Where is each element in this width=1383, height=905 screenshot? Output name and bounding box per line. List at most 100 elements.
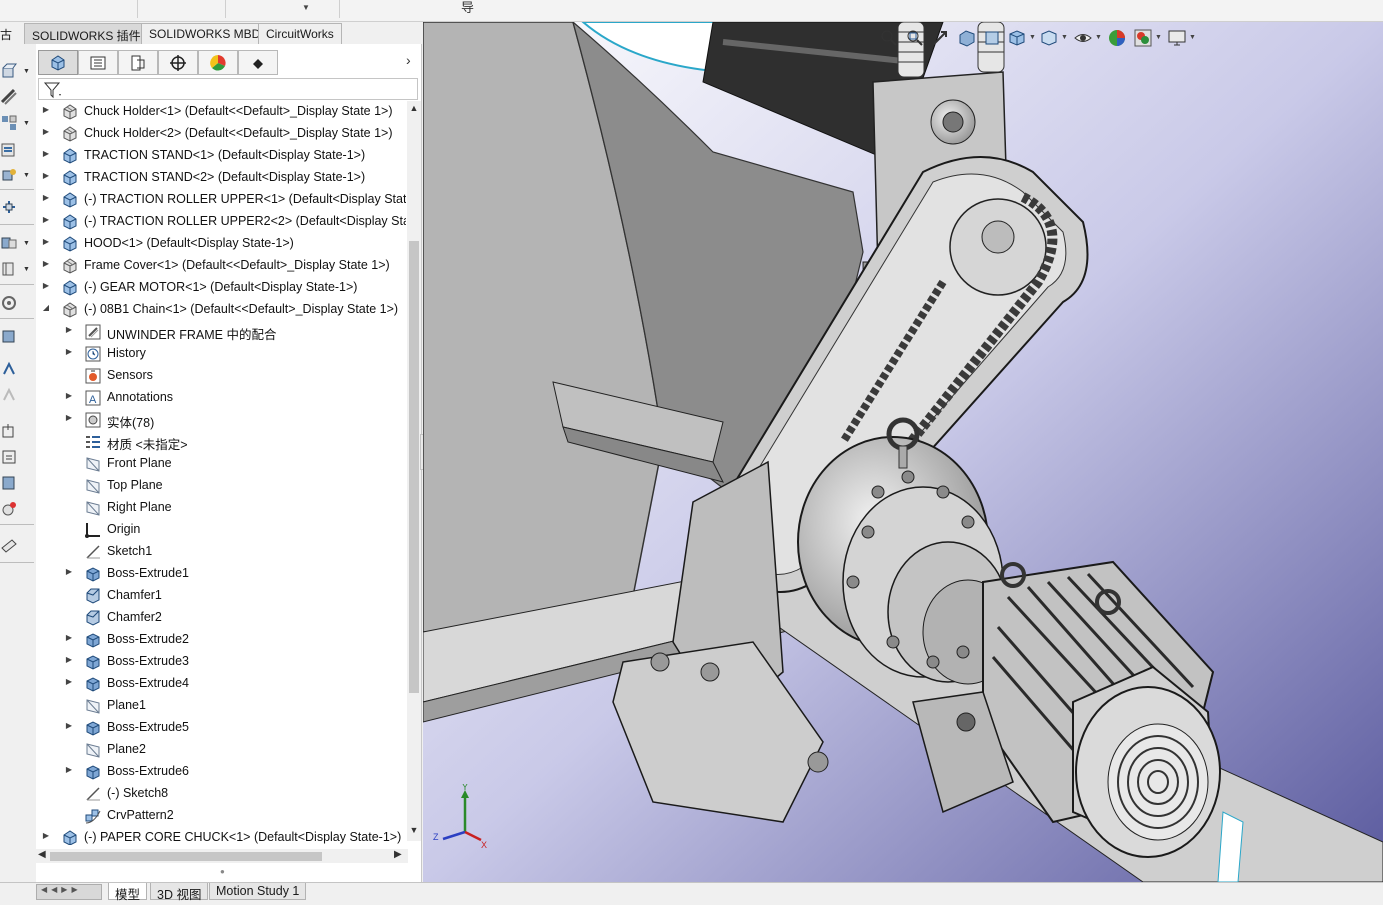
apply-scene-icon[interactable] [1133,28,1153,48]
tab-circuitworks[interactable]: CircuitWorks [258,23,342,44]
tab-solidworks-addins[interactable]: SOLIDWORKS 插件 [24,23,149,44]
tree-item[interactable]: ▶ TRACTION STAND<2> (Default<Display Stat… [36,167,406,189]
panel-grip-icon[interactable]: ● [220,867,225,876]
tree-item[interactable]: ▶ Boss-Extrude6 [36,761,406,783]
expand-arrow-icon[interactable]: ▶ [41,193,51,202]
insert-component-icon[interactable] [0,62,22,80]
take-snapshot-icon[interactable] [0,474,22,492]
show-hidden-icon[interactable] [0,234,22,252]
expand-arrow-icon[interactable]: ▶ [41,281,51,290]
tab-dimxpert-manager[interactable] [158,50,198,75]
edit-appearance-icon[interactable] [1107,28,1127,48]
expand-arrow-icon[interactable]: ▶ [64,721,74,730]
tree-item[interactable]: ▶ Boss-Extrude1 [36,563,406,585]
linear-pattern-icon[interactable] [0,140,22,158]
assembly-features-icon[interactable] [0,260,22,278]
tab-motion-study-1[interactable]: Motion Study 1 [209,883,307,900]
tree-item[interactable]: 材质 <未指定> [36,431,406,453]
graphics-area[interactable]: ▼ ▼ ▼ ▼ ▼ Y Z X [423,22,1383,882]
expand-arrow-icon[interactable]: ▶ [41,149,51,158]
zoom-fit-icon[interactable] [879,28,899,48]
scroll-up-icon[interactable]: ▲ [407,103,421,117]
tab-3d-views[interactable]: 3D 视图 [150,883,209,902]
tab-display-manager[interactable] [198,50,238,75]
nav-glyph[interactable]: 导 [461,0,474,16]
tree-item[interactable]: Origin [36,519,406,541]
zoom-area-icon[interactable] [905,28,925,48]
chevron-down-icon[interactable]: ▼ [302,3,310,12]
tree-item[interactable]: ▶ (-) TRACTION ROLLER UPPER2<2> (Default<… [36,211,406,233]
tree-item[interactable]: ▶ HOOD<1> (Default<Display State-1>) [36,233,406,255]
large-assembly-mode-icon[interactable] [0,500,22,518]
tree-item[interactable]: (-) Sketch8 [36,783,406,805]
tree-item[interactable]: ▶ History [36,343,406,365]
scroll-down-icon[interactable]: ▼ [407,825,421,839]
filter-icon[interactable] [43,81,63,99]
collapse-arrow-icon[interactable]: ◢ [41,303,51,312]
tab-configuration-manager[interactable] [118,50,158,75]
move-component-icon[interactable] [0,198,22,216]
expand-arrow-icon[interactable]: ▶ [41,259,51,268]
tree-item[interactable]: Sketch1 [36,541,406,563]
tab-model[interactable]: 模型 [108,883,148,902]
tree-item[interactable]: ▶ UNWINDER FRAME 中的配合 [36,321,406,343]
measure-icon[interactable] [0,536,22,554]
tree-item[interactable]: ▶ Chuck Holder<1> (Default<<Default>_Disp… [36,101,406,123]
expand-arrow-icon[interactable]: ▶ [64,567,74,576]
update-speedpak-icon[interactable] [0,448,22,466]
scroll-thumb[interactable] [50,852,322,861]
tree-vertical-scrollbar[interactable]: ▲ ▼ [407,101,421,841]
expand-arrow-icon[interactable]: ▶ [41,237,51,246]
expand-arrow-icon[interactable]: ▶ [64,347,74,356]
expand-arrow-icon[interactable]: ▶ [64,633,74,642]
tree-horizontal-scrollbar[interactable]: ◀ ▶ [36,849,408,863]
expand-arrow-icon[interactable]: ▶ [64,391,74,400]
tree-item[interactable]: Sensors [36,365,406,387]
section-view-icon[interactable] [957,28,977,48]
tree-item[interactable]: ▶ Boss-Extrude3 [36,651,406,673]
tree-item[interactable]: ▶ Chuck Holder<2> (Default<<Default>_Disp… [36,123,406,145]
mate-icon[interactable] [0,88,22,106]
tree-item[interactable]: ▶ TRACTION STAND<1> (Default<Display Stat… [36,145,406,167]
tree-item[interactable]: CrvPattern2 [36,805,406,827]
tab-feature-manager[interactable] [38,50,78,75]
previous-view-icon[interactable] [931,28,951,48]
scroll-right-icon[interactable]: ▶ [394,849,402,860]
reference-geometry-icon[interactable] [0,294,22,312]
tab-solidworks-mbd[interactable]: SOLIDWORKS MBD [141,23,269,44]
tab-truncated[interactable]: 古 [0,26,12,43]
display-style-icon[interactable] [1039,28,1059,48]
expand-arrow-icon[interactable]: ▶ [64,765,74,774]
tree-item[interactable]: Chamfer1 [36,585,406,607]
expand-arrow-icon[interactable]: ▶ [64,325,74,334]
instant3d-icon[interactable] [0,422,22,440]
filter-bar[interactable] [38,78,418,100]
chevron-right-icon[interactable]: › [406,52,411,68]
tree-item[interactable]: Top Plane [36,475,406,497]
tab-scroll-buttons[interactable]: ◀◀▶▶ [36,884,102,900]
expand-arrow-icon[interactable]: ▶ [64,655,74,664]
tree-item[interactable]: Plane1 [36,695,406,717]
tree-item[interactable]: Chamfer2 [36,607,406,629]
view-orientation-icon[interactable] [1007,28,1027,48]
tree-item[interactable]: ▶ A Annotations [36,387,406,409]
exploded-view-icon[interactable] [0,386,22,404]
expand-arrow-icon[interactable]: ▶ [41,105,51,114]
expand-arrow-icon[interactable]: ▶ [41,171,51,180]
expand-arrow-icon[interactable]: ▶ [41,127,51,136]
tree-item[interactable]: ▶ 实体(78) [36,409,406,431]
tree-item[interactable]: ▶ Boss-Extrude4 [36,673,406,695]
tree-item[interactable]: ▶ Boss-Extrude5 [36,717,406,739]
smart-fasteners-icon[interactable] [0,166,22,184]
new-motion-study-icon[interactable] [0,328,22,346]
tree-item[interactable]: Right Plane [36,497,406,519]
tree-item[interactable]: ▶ (-) GEAR MOTOR<1> (Default<Display Stat… [36,277,406,299]
tree-item[interactable]: Plane2 [36,739,406,761]
expand-arrow-icon[interactable]: ▶ [41,215,51,224]
tree-item[interactable]: ◢ (-) 08B1 Chain<1> (Default<<Default>_Di… [36,299,406,321]
hide-show-icon[interactable] [1073,28,1093,48]
tree-item[interactable]: ▶ (-) TRACTION ROLLER UPPER<1> (Default<D… [36,189,406,211]
tree-item[interactable]: ▶ Frame Cover<1> (Default<<Default>_Displ… [36,255,406,277]
expand-arrow-icon[interactable]: ▶ [41,831,51,840]
tree-item[interactable]: Front Plane [36,453,406,475]
